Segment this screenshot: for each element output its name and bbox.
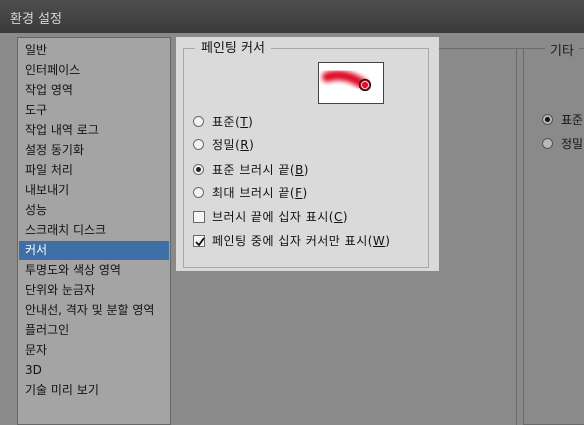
other-radio-precise-control[interactable] [542, 138, 553, 149]
sidebar-item-workspace[interactable]: 작업 영역 [19, 81, 169, 100]
radio-normal-brush-tip-label: 표준 브러시 끝(B) [212, 163, 309, 177]
checkbox-only-crosshair-while-painting-control[interactable] [193, 234, 205, 247]
cursor-preview [318, 62, 384, 104]
radio-standard-control[interactable] [193, 116, 204, 127]
radio-full-size-brush-tip[interactable]: 최대 브러시 끝(F) [193, 183, 308, 203]
other-cursors-legend: 기타 [545, 40, 579, 59]
sidebar-item-plugins[interactable]: 플러그인 [19, 321, 169, 340]
painting-cursors-panel: 페인팅 커서 표준(T) 정밀(R) 표준 브러시 끝(B) 최대 브러시 끝(… [176, 37, 439, 271]
sidebar-item-technology-previews[interactable]: 기술 미리 보기 [19, 381, 169, 400]
sidebar-item-guides-grid-slices[interactable]: 안내선, 격자 및 분할 영역 [19, 301, 169, 320]
sidebar-item-performance[interactable]: 성능 [19, 201, 169, 220]
sidebar-item-scratch-disks[interactable]: 스크래치 디스크 [19, 221, 169, 240]
checkbox-only-crosshair-while-painting[interactable]: 페인팅 중에 십자 커서만 표시(W) [193, 231, 390, 251]
sidebar-item-cursors[interactable]: 커서 [19, 241, 169, 260]
radio-precise-control[interactable] [193, 139, 204, 150]
checkbox-show-crosshair-in-brush-tip[interactable]: 브러시 끝에 십자 표시(C) [193, 207, 348, 227]
other-radio-standard[interactable]: 표준 [542, 110, 583, 130]
brush-stroke-preview-icon [322, 70, 372, 92]
title-bar: 환경 설정 [0, 0, 584, 33]
other-radio-standard-label: 표준 [561, 113, 584, 127]
radio-standard[interactable]: 표준(T) [193, 112, 253, 132]
radio-precise-label: 정밀(R) [212, 138, 255, 152]
other-radio-precise[interactable]: 정밀 [542, 134, 583, 154]
painting-cursors-legend: 페인팅 커서 [195, 37, 271, 56]
radio-normal-brush-tip[interactable]: 표준 브러시 끝(B) [193, 160, 309, 180]
group-divider [439, 48, 523, 49]
window-title: 환경 설정 [10, 12, 62, 27]
group-divider-vertical [516, 48, 517, 425]
sidebar-item-transparency-gamut[interactable]: 투명도와 색상 영역 [19, 261, 169, 280]
other-cursors-group [523, 48, 584, 425]
checkbox-show-crosshair-in-brush-tip-label: 브러시 끝에 십자 표시(C) [212, 210, 349, 224]
radio-precise[interactable]: 정밀(R) [193, 135, 254, 155]
radio-full-size-brush-tip-label: 최대 브러시 끝(F) [212, 186, 308, 200]
sidebar-item-3d[interactable]: 3D [19, 361, 169, 380]
sidebar-item-general[interactable]: 일반 [19, 41, 169, 60]
radio-normal-brush-tip-control[interactable] [193, 164, 204, 175]
sidebar-item-units-rulers[interactable]: 단위와 눈금자 [19, 281, 169, 300]
radio-full-size-brush-tip-control[interactable] [193, 187, 204, 198]
sidebar-item-tools[interactable]: 도구 [19, 101, 169, 120]
other-radio-precise-label: 정밀 [561, 137, 584, 151]
checkmark-icon [195, 236, 205, 246]
checkbox-only-crosshair-while-painting-label: 페인팅 중에 십자 커서만 표시(W) [212, 234, 391, 248]
sidebar-item-type[interactable]: 문자 [19, 341, 169, 360]
sidebar-item-sync-settings[interactable]: 설정 동기화 [19, 141, 169, 160]
category-list[interactable]: 일반 인터페이스 작업 영역 도구 작업 내역 로그 설정 동기화 파일 처리 … [17, 37, 171, 425]
sidebar-item-history-log[interactable]: 작업 내역 로그 [19, 121, 169, 140]
other-radio-standard-control[interactable] [542, 114, 553, 125]
sidebar-item-export[interactable]: 내보내기 [19, 181, 169, 200]
sidebar-item-file-handling[interactable]: 파일 처리 [19, 161, 169, 180]
checkbox-show-crosshair-in-brush-tip-control[interactable] [193, 210, 205, 223]
radio-standard-label: 표준(T) [212, 115, 254, 129]
sidebar-item-interface[interactable]: 인터페이스 [19, 61, 169, 80]
